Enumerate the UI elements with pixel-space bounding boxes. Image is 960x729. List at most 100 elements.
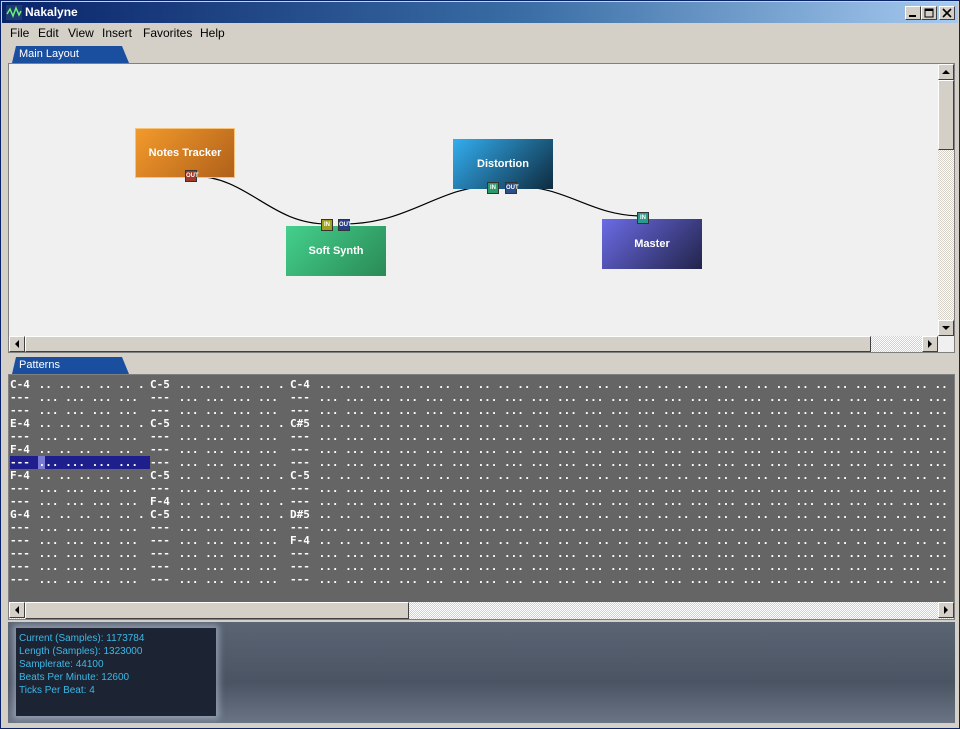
pattern-note-cell[interactable]: C#5	[290, 417, 310, 430]
pattern-grid[interactable]: C-4 .. .. .. .. .. . C-5 .. .. .. .. .. .…	[10, 378, 954, 600]
pattern-filler: ... ... ... ...	[32, 404, 145, 417]
soft-synth-in-port[interactable]: IN	[321, 219, 333, 231]
pattern-note-cell[interactable]: ---	[10, 456, 30, 469]
pattern-row[interactable]: --- ... ... ... ... --- ... ... ... ... …	[10, 521, 954, 534]
pattern-note-cell[interactable]: C-5	[290, 469, 310, 482]
pattern-note-cell[interactable]: ---	[10, 534, 30, 547]
pattern-row[interactable]: --- ... ... ... ... --- ... ... ... ... …	[10, 482, 954, 495]
pattern-note-cell[interactable]: ---	[290, 443, 310, 456]
node-master[interactable]: Master	[602, 219, 702, 269]
title-bar[interactable]: Nakalyne	[2, 2, 958, 23]
layout-scroll-up-button[interactable]	[938, 64, 954, 80]
pattern-note-cell[interactable]: ---	[290, 404, 310, 417]
pattern-note-cell[interactable]: ---	[150, 430, 170, 443]
layout-hscroll-thumb[interactable]	[25, 336, 871, 352]
notes-tracker-out-port[interactable]: OUT	[185, 170, 199, 182]
pattern-row[interactable]: C-4 .. .. .. .. .. . C-5 .. .. .. .. .. .…	[10, 378, 954, 391]
pattern-note-cell[interactable]: ---	[10, 560, 30, 573]
node-soft-synth[interactable]: Soft Synth	[286, 226, 386, 276]
master-in-port[interactable]: IN	[637, 212, 649, 224]
pattern-note-cell[interactable]: ---	[150, 482, 170, 495]
menu-edit[interactable]: Edit	[38, 26, 59, 40]
pattern-note-cell[interactable]: ---	[150, 560, 170, 573]
pattern-row[interactable]: G-4 .. .. .. .. .. . C-5 .. .. .. .. .. .…	[10, 508, 954, 521]
pattern-note-cell[interactable]: ---	[290, 521, 310, 534]
menu-help[interactable]: Help	[200, 26, 225, 40]
pattern-row[interactable]: --- ... ... ... ... --- ... ... ... ... …	[10, 430, 954, 443]
menu-file[interactable]: File	[10, 26, 29, 40]
pattern-note-cell[interactable]: C-4	[290, 378, 310, 391]
pattern-row[interactable]: --- ... ... ... ... F-4 .. .. .. .. .. .…	[10, 495, 954, 508]
pattern-row[interactable]: E-4 .. .. .. .. .. . C-5 .. .. .. .. .. .…	[10, 417, 954, 430]
pattern-note-cell[interactable]: ---	[150, 404, 170, 417]
pattern-note-cell[interactable]: ---	[10, 573, 30, 586]
pattern-note-cell[interactable]: F-4	[10, 469, 30, 482]
pattern-note-cell[interactable]: ---	[150, 573, 170, 586]
layout-vscroll-thumb[interactable]	[938, 80, 954, 150]
minimize-button[interactable]	[905, 6, 921, 20]
pattern-note-cell[interactable]: ---	[10, 482, 30, 495]
pattern-row[interactable]: --- ... ... ... ... --- ... ... ... ... …	[10, 404, 954, 417]
pattern-note-cell[interactable]: ---	[10, 521, 30, 534]
pattern-note-cell[interactable]: C-5	[150, 508, 170, 521]
pattern-note-cell[interactable]: ---	[290, 430, 310, 443]
pattern-note-cell[interactable]: ---	[290, 456, 310, 469]
node-distortion[interactable]: Distortion	[453, 139, 553, 189]
pattern-note-cell[interactable]: ---	[150, 521, 170, 534]
pattern-note-cell[interactable]: ---	[150, 534, 170, 547]
pattern-note-cell[interactable]: E-4	[10, 417, 30, 430]
layout-scroll-left-button[interactable]	[9, 336, 25, 352]
pattern-note-cell[interactable]: C-5	[150, 417, 170, 430]
pattern-note-cell[interactable]: ---	[290, 573, 310, 586]
pattern-note-cell[interactable]: ---	[10, 547, 30, 560]
close-button[interactable]	[939, 6, 955, 20]
pattern-row[interactable]: --- ... ... ... ... --- ... ... ... ... …	[10, 547, 954, 560]
pattern-note-cell[interactable]: C-4	[10, 378, 30, 391]
pattern-note-cell[interactable]: ---	[290, 391, 310, 404]
tab-main-layout[interactable]: Main Layout	[8, 46, 130, 63]
layout-scroll-right-button[interactable]	[922, 336, 938, 352]
pattern-filler: .. .. .. .. .. .	[32, 469, 145, 482]
patterns-scroll-right-button[interactable]	[938, 602, 954, 618]
pattern-note-cell[interactable]: ---	[290, 547, 310, 560]
pattern-note-cell[interactable]: ---	[10, 404, 30, 417]
pattern-note-cell[interactable]: F-4	[10, 443, 30, 456]
pattern-note-cell[interactable]: D#5	[290, 508, 310, 521]
pattern-note-cell[interactable]: ---	[10, 430, 30, 443]
tab-patterns[interactable]: Patterns	[8, 357, 130, 374]
soft-synth-out-port[interactable]: OUT	[338, 219, 352, 231]
menu-insert[interactable]: Insert	[102, 26, 132, 40]
layout-canvas[interactable]: Notes Tracker OUT Soft Synth IN OUT Dist…	[9, 64, 937, 336]
pattern-note-cell[interactable]: ---	[150, 547, 170, 560]
distortion-out-port[interactable]: OUT	[505, 182, 519, 194]
pattern-note-cell[interactable]: G-4	[10, 508, 30, 521]
distortion-in-port[interactable]: IN	[487, 182, 499, 194]
menu-favorites[interactable]: Favorites	[143, 26, 192, 40]
pattern-note-cell[interactable]: ---	[290, 560, 310, 573]
layout-scroll-down-button[interactable]	[938, 320, 954, 336]
pattern-filler: .. .. .. .. .. .	[172, 417, 285, 430]
pattern-row[interactable]: --- ... ... ... ... --- ... ... ... ... …	[10, 560, 954, 573]
pattern-row[interactable]: --- ... ... ... ... --- ... ... ... ... …	[10, 456, 954, 469]
pattern-note-cell[interactable]: C-5	[150, 469, 170, 482]
pattern-note-cell[interactable]: ---	[290, 482, 310, 495]
pattern-note-cell[interactable]: ---	[290, 495, 310, 508]
pattern-filler: ... ... ... ...	[172, 521, 285, 534]
pattern-row[interactable]: --- ... ... ... ... --- ... ... ... ... …	[10, 391, 954, 404]
pattern-note-cell[interactable]: ---	[10, 391, 30, 404]
pattern-note-cell[interactable]: ---	[150, 391, 170, 404]
menu-view[interactable]: View	[68, 26, 94, 40]
pattern-note-cell[interactable]: ---	[150, 456, 170, 469]
pattern-row[interactable]: --- ... ... ... ... --- ... ... ... ... …	[10, 534, 954, 547]
pattern-row[interactable]: F-4 .. .. .. .. .. . --- ... ... ... ... …	[10, 443, 954, 456]
pattern-row[interactable]: F-4 .. .. .. .. .. . C-5 .. .. .. .. .. .…	[10, 469, 954, 482]
pattern-note-cell[interactable]: C-5	[150, 378, 170, 391]
patterns-hscroll-thumb[interactable]	[25, 602, 409, 619]
pattern-note-cell[interactable]: F-4	[290, 534, 310, 547]
patterns-scroll-left-button[interactable]	[9, 602, 25, 618]
pattern-note-cell[interactable]: F-4	[150, 495, 170, 508]
pattern-note-cell[interactable]: ---	[10, 495, 30, 508]
pattern-row[interactable]: --- ... ... ... ... --- ... ... ... ... …	[10, 573, 954, 586]
maximize-button[interactable]	[921, 6, 937, 20]
pattern-note-cell[interactable]: ---	[150, 443, 170, 456]
